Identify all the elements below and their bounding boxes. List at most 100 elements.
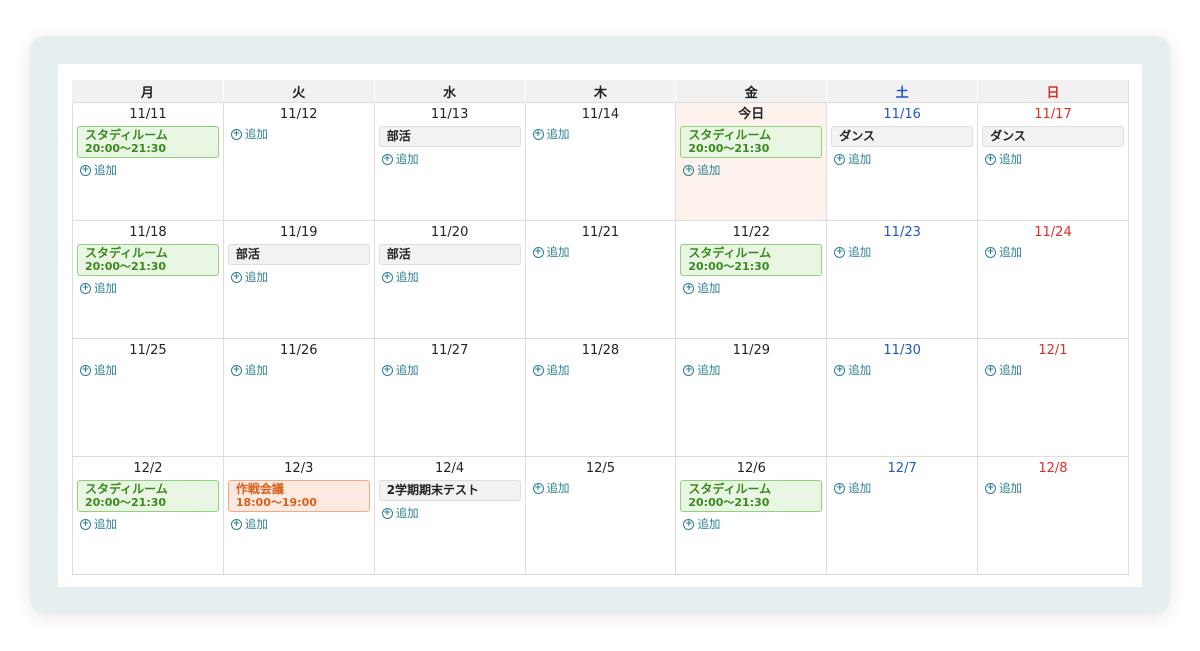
add-event-label: 追加 bbox=[848, 245, 872, 259]
add-event-link[interactable]: + 追加 bbox=[683, 516, 822, 532]
day-date: 11/23 bbox=[883, 225, 921, 240]
day-cell[interactable]: 11/17 ダンス + 追加 bbox=[977, 102, 1128, 220]
plus-circle-icon: + bbox=[985, 153, 997, 165]
plus-circle-icon: + bbox=[834, 246, 846, 258]
calendar-event[interactable]: ダンス bbox=[831, 126, 974, 147]
add-event-link[interactable]: + 追加 bbox=[230, 362, 370, 378]
day-date: 11/13 bbox=[430, 107, 469, 122]
event-title: 部活 bbox=[386, 247, 411, 261]
day-cell[interactable]: 12/2 スタディルーム 20:00〜21:30 + 追加 bbox=[72, 456, 223, 574]
add-event-link[interactable]: + 追加 bbox=[985, 362, 1124, 378]
day-cell[interactable]: 12/5 + 追加 bbox=[524, 456, 676, 574]
add-event-link[interactable]: + 追加 bbox=[230, 269, 370, 285]
day-date: 11/25 bbox=[129, 343, 167, 358]
day-cell[interactable]: 12/6 スタディルーム 20:00〜21:30 + 追加 bbox=[675, 456, 827, 574]
calendar-event[interactable]: スタディルーム 20:00〜21:30 bbox=[77, 244, 219, 276]
calendar-event[interactable]: 2学期期末テスト bbox=[378, 480, 521, 501]
day-cell[interactable]: 12/8 + 追加 bbox=[977, 456, 1128, 574]
add-event-link[interactable]: + 追加 bbox=[532, 126, 672, 142]
day-cell[interactable]: 11/29 + 追加 bbox=[675, 338, 827, 456]
add-event-link[interactable]: + 追加 bbox=[381, 151, 521, 167]
day-cell[interactable]: 11/25 + 追加 bbox=[72, 338, 223, 456]
add-event-link[interactable]: + 追加 bbox=[834, 151, 973, 167]
day-cell[interactable]: 12/1 + 追加 bbox=[977, 338, 1128, 456]
day-cell[interactable]: 11/21 + 追加 bbox=[524, 220, 676, 338]
add-event-link[interactable]: + 追加 bbox=[80, 516, 219, 532]
day-date: 11/30 bbox=[883, 343, 921, 358]
day-cell-today[interactable]: 今日 スタディルーム 20:00〜21:30 + 追加 bbox=[675, 102, 827, 220]
event-time: 20:00〜21:30 bbox=[85, 260, 167, 273]
day-cell[interactable]: 12/7 + 追加 bbox=[826, 456, 978, 574]
day-cell[interactable]: 11/12 + 追加 bbox=[222, 102, 374, 220]
day-cell[interactable]: 11/27 + 追加 bbox=[373, 338, 525, 456]
weekday-header: 木 bbox=[524, 80, 676, 102]
calendar-event[interactable]: 部活 bbox=[378, 126, 521, 147]
day-cell[interactable]: 11/24 + 追加 bbox=[977, 220, 1128, 338]
day-cell[interactable]: 11/30 + 追加 bbox=[826, 338, 978, 456]
plus-circle-icon: + bbox=[985, 246, 997, 258]
weekday-header: 月 bbox=[72, 80, 223, 102]
add-event-label: 追加 bbox=[94, 281, 117, 295]
day-cell[interactable]: 11/19 部活 + 追加 bbox=[222, 220, 374, 338]
day-date: 11/21 bbox=[581, 225, 620, 240]
add-event-link[interactable]: + 追加 bbox=[80, 362, 219, 378]
event-title: 部活 bbox=[386, 129, 411, 143]
day-cell[interactable]: 11/26 + 追加 bbox=[222, 338, 374, 456]
day-cell[interactable]: 11/18 スタディルーム 20:00〜21:30 + 追加 bbox=[72, 220, 223, 338]
calendar-event[interactable]: スタディルーム 20:00〜21:30 bbox=[77, 480, 219, 512]
add-event-link[interactable]: + 追加 bbox=[985, 480, 1124, 496]
add-event-label: 追加 bbox=[848, 363, 872, 377]
add-event-link[interactable]: + 追加 bbox=[985, 151, 1124, 167]
add-event-link[interactable]: + 追加 bbox=[683, 280, 822, 296]
add-event-label: 追加 bbox=[848, 481, 872, 495]
add-event-link[interactable]: + 追加 bbox=[381, 269, 521, 285]
add-event-link[interactable]: + 追加 bbox=[381, 505, 521, 521]
add-event-link[interactable]: + 追加 bbox=[985, 244, 1124, 260]
add-event-link[interactable]: + 追加 bbox=[80, 162, 219, 178]
day-cell[interactable]: 11/13 部活 + 追加 bbox=[373, 102, 525, 220]
add-event-link[interactable]: + 追加 bbox=[532, 362, 672, 378]
plus-circle-icon: + bbox=[381, 364, 393, 376]
add-event-link[interactable]: + 追加 bbox=[683, 362, 822, 378]
add-event-link[interactable]: + 追加 bbox=[381, 362, 521, 378]
add-event-label: 追加 bbox=[697, 163, 721, 177]
add-event-link[interactable]: + 追加 bbox=[230, 126, 370, 142]
calendar-event[interactable]: スタディルーム 20:00〜21:30 bbox=[77, 126, 219, 158]
weekday-header: 日 bbox=[977, 80, 1128, 102]
add-event-link[interactable]: + 追加 bbox=[834, 244, 973, 260]
day-date: 12/2 bbox=[133, 461, 163, 476]
plus-circle-icon: + bbox=[381, 153, 393, 165]
calendar-event[interactable]: スタディルーム 20:00〜21:30 bbox=[680, 126, 823, 158]
calendar-event[interactable]: 部活 bbox=[227, 244, 370, 265]
day-cell[interactable]: 12/4 2学期期末テスト + 追加 bbox=[373, 456, 525, 574]
day-cell[interactable]: 11/11 スタディルーム 20:00〜21:30 + 追加 bbox=[72, 102, 223, 220]
add-event-label: 追加 bbox=[244, 127, 268, 141]
day-cell[interactable]: 11/28 + 追加 bbox=[524, 338, 676, 456]
day-date: 11/28 bbox=[581, 343, 620, 358]
add-event-label: 追加 bbox=[94, 163, 117, 177]
day-cell[interactable]: 12/3 作戦会議 18:00〜19:00 + 追加 bbox=[222, 456, 374, 574]
add-event-link[interactable]: + 追加 bbox=[230, 516, 370, 532]
day-cell[interactable]: 11/20 部活 + 追加 bbox=[373, 220, 525, 338]
day-cell[interactable]: 11/22 スタディルーム 20:00〜21:30 + 追加 bbox=[675, 220, 827, 338]
event-time: 20:00〜21:30 bbox=[85, 496, 167, 509]
calendar-event[interactable]: 作戦会議 18:00〜19:00 bbox=[227, 480, 370, 512]
calendar-event[interactable]: ダンス bbox=[982, 126, 1124, 147]
add-event-link[interactable]: + 追加 bbox=[532, 480, 672, 496]
add-event-link[interactable]: + 追加 bbox=[532, 244, 672, 260]
calendar-event[interactable]: スタディルーム 20:00〜21:30 bbox=[680, 480, 823, 512]
day-cell[interactable]: 11/23 + 追加 bbox=[826, 220, 978, 338]
day-cell[interactable]: 11/16 ダンス + 追加 bbox=[826, 102, 978, 220]
day-date: 11/17 bbox=[1034, 107, 1072, 122]
add-event-link[interactable]: + 追加 bbox=[834, 480, 973, 496]
add-event-link[interactable]: + 追加 bbox=[683, 162, 822, 178]
calendar-event[interactable]: 部活 bbox=[378, 244, 521, 265]
day-date: 12/3 bbox=[284, 461, 314, 476]
day-cell[interactable]: 11/14 + 追加 bbox=[524, 102, 676, 220]
plus-circle-icon: + bbox=[80, 364, 91, 376]
plus-circle-icon: + bbox=[532, 246, 544, 258]
add-event-link[interactable]: + 追加 bbox=[80, 280, 219, 296]
calendar-event[interactable]: スタディルーム 20:00〜21:30 bbox=[680, 244, 823, 276]
add-event-label: 追加 bbox=[94, 363, 117, 377]
add-event-link[interactable]: + 追加 bbox=[834, 362, 973, 378]
